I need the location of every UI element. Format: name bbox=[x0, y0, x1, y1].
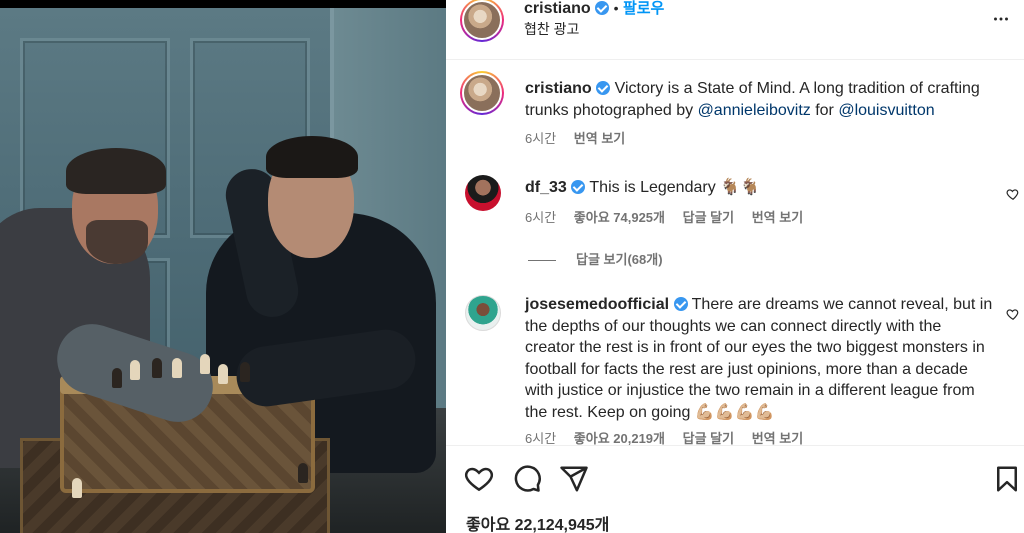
chess-piece bbox=[172, 358, 182, 378]
comment-time[interactable]: 6시간 bbox=[525, 431, 556, 445]
caption-avatar[interactable] bbox=[460, 71, 504, 115]
post-like-count[interactable]: 좋아요 22,124,945개 bbox=[466, 511, 609, 533]
author-avatar-image bbox=[462, 0, 502, 40]
sponsored-label[interactable]: 협찬 광고 bbox=[524, 19, 579, 39]
caption-translate-button[interactable]: 번역 보기 bbox=[574, 131, 625, 146]
header-title-row: cristiano • 팔로우 bbox=[524, 0, 664, 18]
comment-text: df_33 This is Legendary 🐐🐐 bbox=[525, 177, 985, 199]
caption-time[interactable]: 6시간 bbox=[525, 131, 556, 146]
post-actions: 좋아요 22,124,945개 bbox=[446, 445, 1024, 533]
bookmark-icon[interactable] bbox=[992, 464, 1022, 494]
comment-like-count[interactable]: 좋아요 20,219개 bbox=[574, 431, 665, 445]
author-username[interactable]: cristiano bbox=[524, 0, 591, 17]
comment-body: There are dreams we cannot reveal, but i… bbox=[525, 296, 993, 421]
comment-username[interactable]: josesemedoofficial bbox=[525, 296, 669, 313]
comment-username[interactable]: df_33 bbox=[525, 179, 567, 196]
chess-piece bbox=[298, 463, 308, 483]
mention-link[interactable]: @louisvuitton bbox=[838, 102, 934, 119]
comment-icon[interactable] bbox=[512, 464, 542, 494]
caption-text: cristiano Victory is a State of Mind. A … bbox=[525, 78, 1005, 121]
chess-piece bbox=[112, 368, 122, 388]
heart-icon[interactable] bbox=[464, 464, 494, 494]
comment-avatar[interactable] bbox=[465, 175, 501, 211]
verified-badge-icon bbox=[596, 81, 611, 95]
comment-reply-button[interactable]: 답글 달기 bbox=[683, 431, 734, 445]
left-player-beard bbox=[86, 220, 148, 264]
chess-piece bbox=[200, 354, 210, 374]
view-replies-label: 답글 보기(68개) bbox=[576, 252, 663, 267]
chess-piece bbox=[152, 358, 162, 378]
more-icon-glyph bbox=[994, 17, 1008, 21]
chess-piece bbox=[218, 364, 228, 384]
comments-list[interactable]: cristiano Victory is a State of Mind. A … bbox=[446, 61, 1024, 445]
chess-piece bbox=[240, 362, 250, 382]
separator: • bbox=[613, 0, 619, 16]
comment-body: This is Legendary 🐐🐐 bbox=[585, 179, 760, 196]
follow-button[interactable]: 팔로우 bbox=[623, 0, 664, 17]
caption-meta: 6시간 번역 보기 bbox=[525, 128, 639, 147]
photo-top-bar bbox=[0, 0, 446, 8]
mention-link[interactable]: @annieleibovitz bbox=[698, 102, 811, 119]
more-icon[interactable] bbox=[990, 8, 1012, 36]
comment-translate-button[interactable]: 번역 보기 bbox=[752, 431, 803, 445]
verified-badge-icon bbox=[571, 180, 586, 194]
comment-translate-button[interactable]: 번역 보기 bbox=[752, 210, 803, 225]
post-photo[interactable] bbox=[0, 8, 446, 533]
comment-text: josesemedoofficial There are dreams we c… bbox=[525, 294, 995, 423]
replies-line bbox=[528, 260, 556, 262]
comment-meta: 6시간 좋아요 74,925개 답글 달기 번역 보기 bbox=[525, 207, 817, 226]
comment-reply-button[interactable]: 답글 달기 bbox=[683, 210, 734, 225]
post-panel: cristiano • 팔로우 협찬 광고 cristiano Victory … bbox=[446, 0, 1024, 533]
chess-piece bbox=[72, 478, 82, 498]
share-icon[interactable] bbox=[559, 464, 589, 494]
verified-badge-icon bbox=[595, 1, 610, 15]
comment-time[interactable]: 6시간 bbox=[525, 210, 556, 225]
caption-body-middle: for bbox=[810, 101, 839, 119]
author-avatar[interactable] bbox=[460, 0, 504, 42]
comment-meta: 6시간 좋아요 20,219개 답글 달기 번역 보기 bbox=[525, 428, 817, 445]
chess-piece bbox=[130, 360, 140, 380]
comment-like-heart-icon[interactable] bbox=[1006, 307, 1020, 321]
caption-username[interactable]: cristiano bbox=[525, 80, 592, 97]
comment-avatar[interactable] bbox=[465, 295, 501, 331]
post-header: cristiano • 팔로우 협찬 광고 bbox=[446, 0, 1024, 60]
caption-avatar-image bbox=[462, 73, 502, 113]
comment-like-count[interactable]: 좋아요 74,925개 bbox=[574, 210, 665, 225]
right-player-hair bbox=[266, 136, 358, 178]
view-replies-button[interactable]: 답글 보기(68개) bbox=[528, 249, 663, 268]
left-player-hair bbox=[66, 148, 166, 194]
verified-badge-icon bbox=[673, 297, 688, 311]
comment-like-heart-icon[interactable] bbox=[1006, 187, 1020, 201]
